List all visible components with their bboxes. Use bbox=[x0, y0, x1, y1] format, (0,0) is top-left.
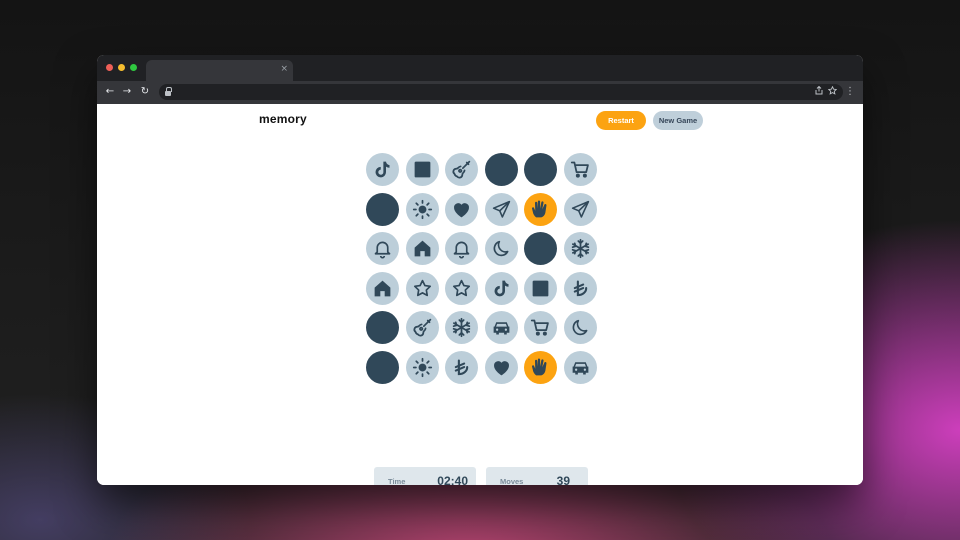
card-tile[interactable] bbox=[484, 232, 518, 265]
close-window-button[interactable] bbox=[106, 64, 113, 71]
card-tile[interactable] bbox=[405, 271, 439, 305]
star-icon bbox=[452, 279, 471, 296]
browser-toolbar: ← → ↻ ⋮ bbox=[97, 81, 863, 104]
tiktok-icon bbox=[494, 280, 508, 296]
heart-icon bbox=[454, 202, 469, 217]
card-tile[interactable] bbox=[524, 350, 557, 384]
card-tile[interactable] bbox=[484, 350, 518, 384]
browser-menu-icon[interactable]: ⋮ bbox=[845, 85, 855, 99]
snowflake-icon bbox=[452, 317, 471, 338]
guitar-icon bbox=[452, 160, 471, 179]
square-icon bbox=[414, 161, 430, 178]
cart-icon bbox=[530, 319, 549, 336]
guitar-icon bbox=[413, 318, 431, 337]
card-tile[interactable] bbox=[563, 311, 597, 344]
new-game-button[interactable]: New Game bbox=[653, 111, 703, 130]
paper-plane-icon bbox=[492, 200, 510, 218]
bookmark-star-icon[interactable] bbox=[827, 85, 838, 99]
lira-icon bbox=[454, 358, 469, 375]
lira-icon bbox=[573, 279, 587, 296]
house-icon bbox=[414, 240, 430, 257]
card-tile[interactable] bbox=[524, 192, 557, 226]
bell-icon bbox=[453, 241, 470, 259]
restart-button[interactable]: Restart bbox=[596, 111, 646, 130]
heart-icon bbox=[493, 360, 509, 375]
card-tile[interactable] bbox=[405, 311, 439, 344]
card-tile[interactable] bbox=[366, 232, 399, 265]
tab-bar: × bbox=[97, 55, 863, 81]
paper-plane-icon bbox=[571, 200, 589, 218]
tab-close-icon[interactable]: × bbox=[280, 64, 288, 74]
card-tile[interactable] bbox=[445, 153, 478, 186]
moves-stat: Moves 39 bbox=[486, 467, 588, 485]
card-tile[interactable] bbox=[484, 311, 518, 344]
reload-icon[interactable]: ↻ bbox=[138, 85, 152, 99]
moves-label: Moves bbox=[500, 477, 524, 485]
bell-icon bbox=[374, 241, 391, 259]
card-tile[interactable] bbox=[405, 232, 439, 265]
card-tile[interactable] bbox=[405, 153, 439, 186]
card-tile[interactable] bbox=[563, 153, 597, 186]
card-tile[interactable] bbox=[524, 271, 557, 305]
cart-icon bbox=[570, 161, 589, 178]
card-tile[interactable] bbox=[445, 192, 478, 226]
moves-value: 39 bbox=[556, 474, 570, 485]
square-icon bbox=[532, 280, 549, 296]
time-stat: Time 02:40 bbox=[374, 467, 476, 485]
snowflake-icon bbox=[571, 238, 589, 259]
minimize-window-button[interactable] bbox=[118, 64, 125, 71]
card-tile[interactable] bbox=[445, 271, 478, 305]
browser-tab[interactable]: × bbox=[146, 60, 293, 81]
card-tile[interactable] bbox=[563, 271, 597, 305]
back-icon[interactable]: ← bbox=[103, 85, 117, 99]
car-icon bbox=[572, 361, 588, 374]
card-tile[interactable] bbox=[366, 311, 399, 344]
card-tile[interactable] bbox=[445, 350, 478, 384]
sun-icon bbox=[412, 199, 432, 219]
memory-game-page: memory Restart New Game Time 02:40 Moves… bbox=[97, 104, 863, 485]
card-tile[interactable] bbox=[366, 350, 399, 384]
house-icon bbox=[374, 280, 391, 296]
star-icon bbox=[413, 279, 431, 296]
card-tile[interactable] bbox=[484, 153, 518, 186]
moon-icon bbox=[572, 319, 587, 336]
share-icon[interactable] bbox=[815, 85, 823, 99]
browser-window: × ← → ↻ ⋮ memory Restart New Game Time 0… bbox=[97, 55, 863, 485]
card-tile[interactable] bbox=[405, 350, 439, 384]
card-tile[interactable] bbox=[445, 232, 478, 265]
moon-icon bbox=[493, 240, 508, 257]
card-tile[interactable] bbox=[524, 311, 557, 344]
car-icon bbox=[493, 322, 509, 335]
card-tile[interactable] bbox=[484, 271, 518, 305]
card-tile[interactable] bbox=[445, 311, 478, 344]
lock-icon bbox=[165, 87, 172, 96]
card-tile[interactable] bbox=[405, 192, 439, 226]
card-tile[interactable] bbox=[524, 153, 557, 186]
vulcan-hand-icon bbox=[532, 199, 547, 217]
card-tile[interactable] bbox=[484, 192, 518, 226]
card-tile[interactable] bbox=[366, 271, 399, 305]
time-label: Time bbox=[388, 477, 406, 485]
address-bar[interactable] bbox=[159, 84, 843, 100]
card-tile[interactable] bbox=[366, 192, 399, 226]
forward-icon[interactable]: → bbox=[120, 85, 134, 99]
sun-icon bbox=[412, 357, 432, 377]
maximize-window-button[interactable] bbox=[130, 64, 137, 71]
card-tile[interactable] bbox=[366, 153, 399, 186]
card-tile[interactable] bbox=[524, 232, 557, 265]
time-value: 02:40 bbox=[437, 474, 468, 485]
vulcan-hand-icon bbox=[532, 357, 547, 375]
tiktok-icon bbox=[375, 161, 390, 178]
window-controls bbox=[106, 64, 137, 71]
card-tile[interactable] bbox=[563, 192, 597, 226]
card-tile[interactable] bbox=[563, 232, 597, 265]
card-tile[interactable] bbox=[563, 350, 597, 384]
game-board bbox=[366, 153, 597, 385]
app-logo: memory bbox=[259, 112, 307, 126]
